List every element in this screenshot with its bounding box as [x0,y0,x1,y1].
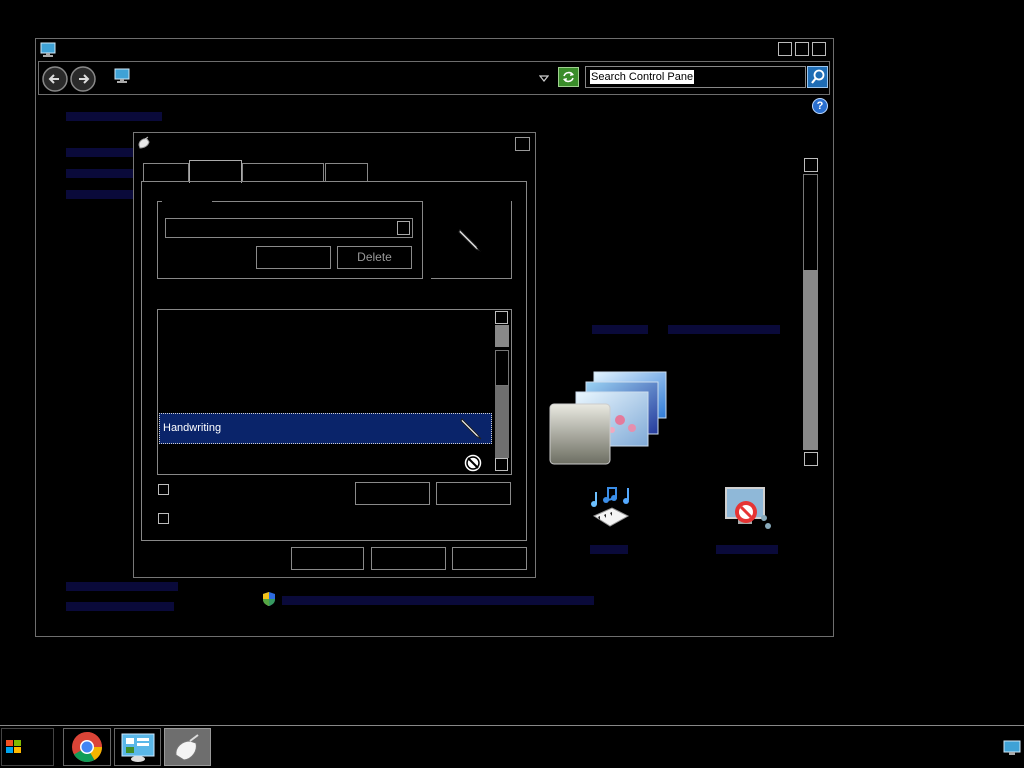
tab-wheel[interactable] [325,163,368,182]
scheme-groupbox-label [162,196,212,206]
cursor-list-item-selected[interactable]: Handwriting [159,413,492,444]
scheme-dropdown-arrow[interactable] [397,221,410,235]
cursor-list-scrollbar[interactable] [494,310,510,473]
left-pane-link-2[interactable] [66,148,134,157]
forward-button[interactable] [70,66,96,92]
search-button[interactable] [807,66,828,88]
browse-button[interactable] [436,482,511,505]
left-pane-link-5[interactable] [66,582,178,591]
list-scroll-track[interactable] [495,350,509,386]
personalization-theme-icon[interactable] [548,370,670,468]
ok-button[interactable] [291,547,364,570]
list-scroll-down-button[interactable] [495,458,508,471]
admin-link[interactable] [282,596,594,605]
use-default-button[interactable] [355,482,430,505]
apply-button[interactable] [452,547,527,570]
left-pane-link-6[interactable] [66,602,174,611]
left-pane-link-4[interactable] [66,190,134,199]
maximize-button[interactable] [795,42,809,56]
search-box[interactable] [585,66,806,88]
taskbar-chrome-button[interactable] [63,728,111,766]
cancel-button[interactable] [371,547,446,570]
allow-themes-change-checkbox[interactable] [158,513,169,524]
left-pane-link-1[interactable] [66,112,162,121]
search-input[interactable] [590,70,694,84]
main-link-2[interactable] [668,325,780,334]
cursor-list-item-label: Handwriting [163,422,222,434]
help-icon[interactable]: ? [812,98,828,114]
control-panel-title-icon [40,42,56,57]
windows-logo-icon [6,740,21,753]
mouse-icon [175,734,199,761]
delete-button[interactable]: Delete [337,246,412,269]
pen-cursor-icon [457,227,485,255]
delete-button-label: Delete [357,250,392,264]
sounds-link[interactable] [590,545,628,554]
cursor-list[interactable] [157,309,512,475]
address-bar[interactable] [106,64,558,90]
screen-saver-link[interactable] [716,545,778,554]
refresh-icon [563,71,574,83]
address-dropdown-icon[interactable] [538,72,550,82]
start-button[interactable] [1,728,54,766]
search-icon [811,69,825,84]
dialog-close-button[interactable] [515,137,530,151]
list-scroll-thumb[interactable] [495,325,509,347]
tab-buttons[interactable] [143,163,189,182]
tab-pointers[interactable] [189,160,242,183]
enable-pointer-shadow-checkbox[interactable] [158,484,169,495]
cursor-preview [431,201,512,279]
handwriting-cursor-icon [459,417,485,441]
control-panel-icon [121,733,155,762]
taskbar-control-panel-button[interactable] [114,728,161,766]
list-scroll-track-lower[interactable] [495,386,509,458]
save-as-button[interactable] [256,246,331,269]
control-panel-address-icon [114,68,130,83]
scroll-up-button[interactable] [804,158,818,172]
left-pane-link-3[interactable] [66,169,134,178]
refresh-button[interactable] [558,67,579,87]
mouse-dialog-icon [137,136,151,150]
shield-icon [261,591,277,607]
main-scrollbar[interactable] [802,158,819,466]
taskbar-mouse-properties-button[interactable] [164,728,211,766]
main-link-1[interactable] [592,325,648,334]
close-button[interactable] [812,42,826,56]
screen-saver-icon[interactable] [722,486,774,534]
back-arrow-icon [42,66,68,92]
help-glyph: ? [816,100,824,112]
tab-pointer-options[interactable] [242,163,324,182]
scheme-dropdown[interactable] [165,218,413,238]
notification-area-display-icon[interactable] [1003,740,1021,756]
back-button[interactable] [42,66,68,92]
unavailable-cursor-icon [462,452,484,474]
list-scroll-up-button[interactable] [495,311,508,324]
forward-arrow-icon [70,66,96,92]
scroll-thumb[interactable] [803,270,818,450]
sounds-icon[interactable] [586,486,634,534]
scroll-down-button[interactable] [804,452,818,466]
minimize-button[interactable] [778,42,792,56]
chrome-icon [72,732,102,763]
